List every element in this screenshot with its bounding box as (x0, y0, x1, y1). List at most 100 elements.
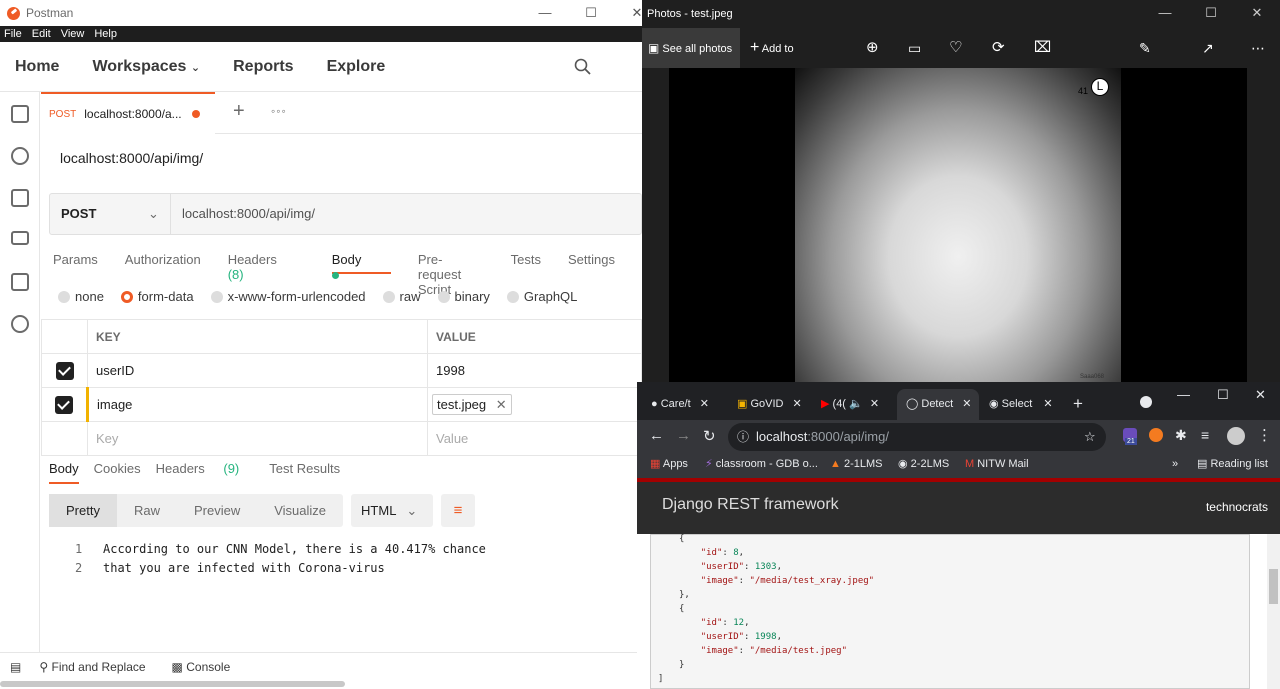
row-value[interactable]: 1998 (427, 353, 642, 388)
close-tab-icon[interactable]: ✕ (1043, 398, 1052, 410)
apis-icon[interactable] (11, 147, 29, 165)
address-bar[interactable]: ⓘ localhost:8000/api/img/ ☆ (728, 423, 1106, 451)
bookmark-apps[interactable]: ▦ Apps (650, 454, 688, 474)
new-value-input[interactable]: Value (427, 421, 642, 456)
bookmark-nitw-mail[interactable]: M NITW Mail (965, 454, 1029, 474)
resp-tab-headers[interactable]: Headers (9) (156, 461, 255, 484)
more-tabs-icon[interactable]: ◦◦◦ (271, 104, 287, 118)
share-icon[interactable]: ↗ (1202, 28, 1214, 68)
row-key[interactable]: image (86, 387, 428, 422)
extensions-puzzle-icon[interactable]: ✱ (1175, 427, 1187, 444)
close-tab-icon[interactable]: ✕ (962, 398, 971, 410)
view-raw[interactable]: Raw (117, 494, 177, 527)
find-replace-button[interactable]: ⚲ Find and Replace (39, 660, 145, 674)
chrome-menu-icon[interactable]: ⋮ (1257, 426, 1272, 444)
new-key-input[interactable]: Key (87, 421, 428, 456)
active-browser-tab[interactable]: ◯ Detect ✕ (897, 389, 979, 420)
bookmark-2-1lms[interactable]: ▲ 2-1LMS (830, 454, 882, 474)
maximize-icon[interactable]: ☐ (568, 0, 614, 26)
radio-urlencoded[interactable]: x-www-form-urlencoded (210, 289, 366, 304)
scrollbar-thumb[interactable] (1269, 569, 1278, 604)
row-checkbox[interactable] (55, 395, 73, 414)
radio-binary[interactable]: binary (437, 289, 490, 304)
minimize-icon[interactable]: — (1177, 387, 1190, 402)
more-icon[interactable]: ⋯ (1251, 28, 1265, 68)
browser-tab[interactable]: ▶ (4( 🔈 ✕ (821, 389, 879, 420)
back-icon[interactable]: ← (649, 427, 664, 444)
drf-title[interactable]: Django REST framework (662, 496, 839, 514)
nav-home[interactable]: Home (15, 58, 59, 76)
radio-raw[interactable]: raw (382, 289, 421, 304)
row-checkbox[interactable] (55, 361, 74, 380)
bookmark-2-2lms[interactable]: ◉ 2-2LMS (898, 454, 949, 474)
tab-authorization[interactable]: Authorization (125, 252, 201, 272)
console-button[interactable]: ▩ Console (172, 660, 231, 674)
row-key[interactable]: userID (87, 353, 428, 388)
browser-tab[interactable]: ◉ Select ✕ (989, 389, 1053, 420)
profile-avatar[interactable] (1227, 427, 1245, 445)
tab-pre-request-script[interactable]: Pre-request Script (418, 252, 484, 297)
radio-form-data[interactable]: form-data (120, 289, 194, 304)
page-scrollbar[interactable] (1267, 534, 1280, 689)
url-input[interactable]: localhost:8000/api/img/ (182, 206, 315, 221)
nav-workspaces[interactable]: Workspaces ⌄ (92, 58, 200, 76)
crop-icon[interactable]: ⌧ (1034, 28, 1051, 68)
edit-icon[interactable]: ✎ (1139, 28, 1151, 68)
browser-tab[interactable]: ▣ GoVID ✕ (737, 389, 802, 420)
tab-headers[interactable]: Headers (8) (228, 252, 305, 282)
menu-file[interactable]: File (4, 28, 22, 40)
close-tab-icon[interactable]: ✕ (700, 398, 709, 410)
minimize-icon[interactable]: — (522, 0, 568, 26)
bookmark-star-icon[interactable]: ☆ (1084, 423, 1096, 451)
view-visualize[interactable]: Visualize (257, 494, 343, 527)
reload-icon[interactable]: ↻ (703, 427, 716, 445)
menu-edit[interactable]: Edit (32, 28, 51, 40)
mock-servers-icon[interactable] (11, 231, 29, 245)
menu-help[interactable]: Help (94, 28, 117, 40)
extension-orange-icon[interactable] (1149, 428, 1163, 442)
radio-graphql[interactable]: GraphQL (506, 289, 577, 304)
environments-icon[interactable] (11, 189, 29, 207)
browser-tab[interactable]: ● Care/t ✕ (651, 389, 709, 420)
close-icon[interactable]: ✕ (1255, 387, 1266, 403)
zoom-icon[interactable]: ⊕ (866, 28, 879, 68)
resp-tab-cookies[interactable]: Cookies (94, 461, 141, 484)
nav-explore[interactable]: Explore (327, 58, 386, 76)
tab-body[interactable]: Body (331, 252, 391, 280)
maximize-icon[interactable]: ☐ (1188, 0, 1234, 26)
menu-view[interactable]: View (61, 28, 85, 40)
close-icon[interactable]: ✕ (1234, 0, 1280, 26)
resp-tab-test-results[interactable]: Test Results (269, 461, 340, 484)
media-control-icon[interactable]: ≡ (1201, 427, 1209, 443)
sidebar-toggle-icon[interactable]: ▤ (10, 660, 21, 674)
view-pretty[interactable]: Pretty (49, 494, 117, 527)
resp-tab-body[interactable]: Body (49, 461, 79, 484)
format-select[interactable]: HTML ⌄ (351, 494, 434, 527)
bookmark-classroom[interactable]: ⚡ classroom - GDB o... (705, 454, 818, 474)
reading-list-button[interactable]: ▤ Reading list (1197, 454, 1268, 474)
horizontal-scrollbar[interactable] (0, 681, 345, 687)
view-preview[interactable]: Preview (177, 494, 257, 527)
nav-reports[interactable]: Reports (233, 58, 293, 76)
request-tab[interactable]: POST localhost:8000/a... (41, 92, 215, 134)
tab-params[interactable]: Params (53, 252, 98, 272)
new-tab-icon[interactable]: + (1073, 394, 1083, 414)
close-tab-icon[interactable]: ✕ (793, 398, 802, 410)
wrap-lines-button[interactable]: ≡ (441, 494, 476, 527)
collections-icon[interactable] (11, 105, 29, 123)
see-all-photos-button[interactable]: ▣ See all photos (642, 28, 740, 68)
favorite-icon[interactable]: ♡ (949, 28, 962, 68)
delete-icon[interactable]: ▭ (908, 28, 921, 68)
forward-icon[interactable]: → (676, 427, 691, 444)
minimize-icon[interactable]: — (1142, 0, 1188, 26)
remove-file-icon[interactable]: ✕ (496, 397, 507, 412)
monitors-icon[interactable] (11, 273, 29, 291)
rotate-icon[interactable]: ⟳ (992, 28, 1005, 68)
maximize-icon[interactable]: ☐ (1217, 387, 1229, 403)
tab-search-icon[interactable] (1140, 396, 1152, 408)
close-icon[interactable]: ✕ (614, 0, 642, 26)
file-chip[interactable]: test.jpeg ✕ (432, 393, 512, 415)
history-icon[interactable] (11, 315, 29, 333)
drf-user[interactable]: technocrats (1206, 500, 1268, 514)
new-tab-icon[interactable]: + (233, 100, 245, 123)
